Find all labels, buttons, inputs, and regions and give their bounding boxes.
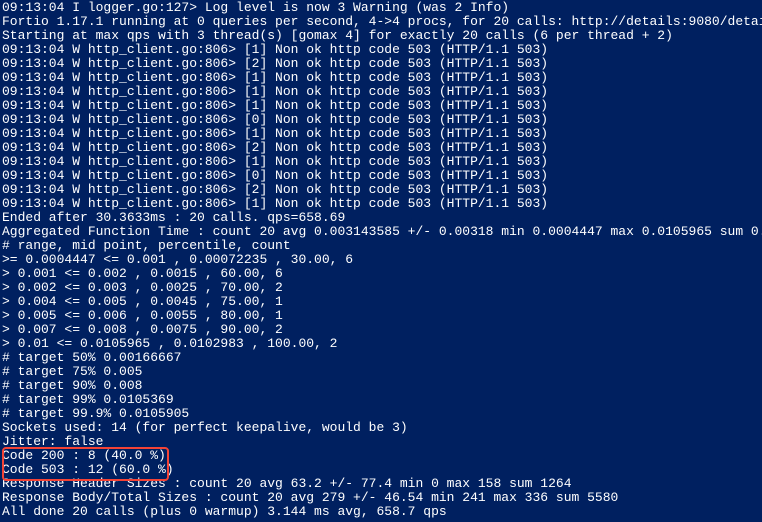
terminal-line-36: All done 20 calls (plus 0 warmup) 3.144 … [2, 505, 760, 519]
terminal-line-5: 09:13:04 W http_client.go:806> [1] Non o… [2, 71, 760, 85]
terminal-line-26: # target 75% 0.005 [2, 365, 760, 379]
terminal-line-10: 09:13:04 W http_client.go:806> [2] Non o… [2, 141, 760, 155]
terminal-line-16: Aggregated Function Time : count 20 avg … [2, 225, 760, 239]
terminal-line-13: 09:13:04 W http_client.go:806> [2] Non o… [2, 183, 760, 197]
terminal-line-27: # target 90% 0.008 [2, 379, 760, 393]
terminal-line-31: Jitter: false [2, 435, 760, 449]
terminal-line-21: > 0.004 <= 0.005 , 0.0045 , 75.00, 1 [2, 295, 760, 309]
terminal-line-8: 09:13:04 W http_client.go:806> [0] Non o… [2, 113, 760, 127]
terminal-line-12: 09:13:04 W http_client.go:806> [0] Non o… [2, 169, 760, 183]
terminal-line-25: # target 50% 0.00166667 [2, 351, 760, 365]
terminal-line-11: 09:13:04 W http_client.go:806> [1] Non o… [2, 155, 760, 169]
terminal-line-17: # range, mid point, percentile, count [2, 239, 760, 253]
terminal-line-2: Starting at max qps with 3 thread(s) [go… [2, 29, 760, 43]
terminal-line-6: 09:13:04 W http_client.go:806> [1] Non o… [2, 85, 760, 99]
terminal-line-1: Fortio 1.17.1 running at 0 queries per s… [2, 15, 760, 29]
terminal-line-24: > 0.01 <= 0.0105965 , 0.0102983 , 100.00… [2, 337, 760, 351]
terminal-line-3: 09:13:04 W http_client.go:806> [1] Non o… [2, 43, 760, 57]
terminal-line-33: Code 503 : 12 (60.0 %) [2, 463, 760, 477]
terminal-line-15: Ended after 30.3633ms : 20 calls. qps=65… [2, 211, 760, 225]
terminal-line-28: # target 99% 0.0105369 [2, 393, 760, 407]
terminal-line-35: Response Body/Total Sizes : count 20 avg… [2, 491, 760, 505]
terminal-output[interactable]: 09:13:04 I logger.go:127> Log level is n… [0, 0, 762, 520]
terminal-line-4: 09:13:04 W http_client.go:806> [2] Non o… [2, 57, 760, 71]
terminal-window[interactable]: 09:13:04 I logger.go:127> Log level is n… [0, 0, 762, 520]
terminal-line-20: > 0.002 <= 0.003 , 0.0025 , 70.00, 2 [2, 281, 760, 295]
terminal-line-22: > 0.005 <= 0.006 , 0.0055 , 80.00, 1 [2, 309, 760, 323]
terminal-line-9: 09:13:04 W http_client.go:806> [1] Non o… [2, 127, 760, 141]
terminal-line-23: > 0.007 <= 0.008 , 0.0075 , 90.00, 2 [2, 323, 760, 337]
terminal-line-7: 09:13:04 W http_client.go:806> [1] Non o… [2, 99, 760, 113]
terminal-line-29: # target 99.9% 0.0105905 [2, 407, 760, 421]
terminal-line-18: >= 0.0004447 <= 0.001 , 0.00072235 , 30.… [2, 253, 760, 267]
terminal-line-14: 09:13:04 W http_client.go:806> [1] Non o… [2, 197, 760, 211]
terminal-line-30: Sockets used: 14 (for perfect keepalive,… [2, 421, 760, 435]
terminal-line-0: 09:13:04 I logger.go:127> Log level is n… [2, 1, 760, 15]
terminal-line-32: Code 200 : 8 (40.0 %) [2, 449, 760, 463]
terminal-line-19: > 0.001 <= 0.002 , 0.0015 , 60.00, 6 [2, 267, 760, 281]
terminal-line-34: Response Header Sizes : count 20 avg 63.… [2, 477, 760, 491]
